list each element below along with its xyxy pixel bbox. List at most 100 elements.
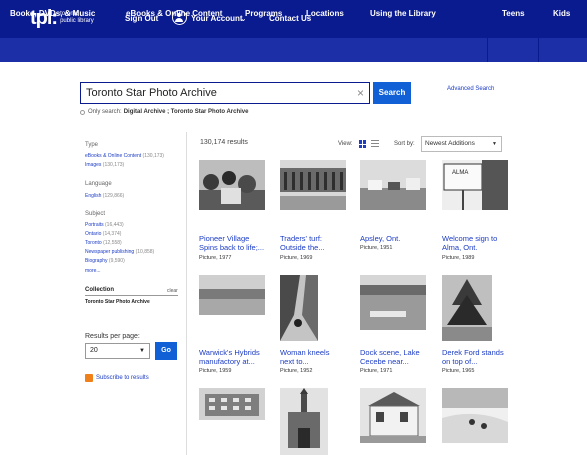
result-thumbnail[interactable] [360,275,426,330]
results-count: 130,174 results [200,139,248,146]
result-thumbnail[interactable] [442,275,492,341]
main-nav [0,38,587,62]
facet-item[interactable]: English (129,866) [85,193,124,199]
collection-value: Toronto Star Photo Archive [85,299,150,305]
facet-item[interactable]: Portraits (16,443) [85,222,124,228]
result-title-link[interactable]: Apsley, Ont. [360,234,436,243]
result-title-link[interactable]: Dock scene, Lake Cecebe near... [360,348,436,366]
facet-heading-collection: Collection [85,287,115,293]
result-thumbnail[interactable] [280,388,328,455]
more-link[interactable]: more... [85,268,101,274]
sort-value: Newest Additions [425,140,475,147]
facet-item[interactable]: Newspaper publishing (10,858) [85,249,154,255]
nav-using-library[interactable]: Using the Library [370,9,436,18]
result-title-line: next to... [280,357,309,366]
result-title-link[interactable]: Pioneer Village Spins back to life;... [199,234,275,252]
result-title-line: Alma, Ont. [442,243,478,252]
result-title-line: Warwick's Hybrids [199,348,260,357]
advanced-search-link[interactable]: Advanced Search [447,86,494,92]
facet-count: (12,558) [103,240,122,246]
facet-label: Ontario [85,231,102,237]
facet-count: (130,173) [102,162,125,168]
facet-label: Portraits [85,222,104,228]
sort-select[interactable]: Newest Additions ▼ [421,136,502,152]
grid-view-icon[interactable] [359,140,367,148]
view-label: View: [338,141,353,147]
result-title-line: Dock scene, Lake [360,348,420,357]
result-title-link[interactable]: Woman kneels next to... [280,348,356,366]
search-input[interactable]: Toronto Star Photo Archive × [80,82,370,104]
facet-count: (16,443) [105,222,124,228]
result-meta: Picture, 1977 [199,255,232,261]
only-search-option[interactable]: Only search: Digital Archive ; Toronto S… [80,109,248,115]
radio-icon[interactable] [80,109,85,115]
facet-heading-type: Type [85,142,99,148]
result-thumbnail[interactable] [199,160,265,210]
search-input-value: Toronto Star Photo Archive [86,87,217,99]
result-title-link[interactable]: Welcome sign to Alma, Ont. [442,234,518,252]
result-title-line: on top of... [442,357,478,366]
result-title-link[interactable]: Warwick's Hybrids manufactory at... [199,348,275,366]
facet-heading-language: Language [85,181,112,187]
collection-clear-link[interactable]: clear [167,288,178,294]
result-thumbnail[interactable] [199,275,265,315]
divider [85,295,178,296]
only-search-value: Digital Archive ; Toronto Star Photo Arc… [123,109,249,115]
nav-programs[interactable]: Programs [245,9,282,18]
facet-item[interactable]: Toronto (12,558) [85,240,122,246]
result-thumbnail[interactable]: ALMA [442,160,508,210]
nav-ebooks-online[interactable]: eBooks & Online Content [126,9,222,18]
results-per-page-label: Results per page: [85,333,140,340]
caret-down-icon: ▼ [139,348,145,354]
nav-books-dvds-music[interactable]: Books, DVDs, & Music [10,9,95,18]
list-view-icon[interactable] [371,140,379,148]
sidebar-divider [186,132,187,455]
go-button[interactable]: Go [155,342,177,360]
facet-label: English [85,193,102,199]
nav-teens[interactable]: Teens [502,9,525,18]
facet-count: (130,173) [142,153,164,159]
result-title-link[interactable]: Traders' turf: Outside the... [280,234,356,252]
result-title-line: Pioneer Village [199,234,250,243]
facet-item[interactable]: eBooks & Online Content (130,173) [85,153,164,159]
result-title-line: Derek Ford stands [442,348,504,357]
facet-count: (14,374) [102,231,122,237]
subscribe-link[interactable]: Subscribe to results [96,375,149,381]
facet-count: (10,858) [135,249,155,255]
facet-item[interactable]: Ontario (14,374) [85,231,121,237]
results-per-page-value: 20 [90,347,98,354]
facet-item[interactable]: Images (130,173) [85,162,124,168]
facet-heading-subject: Subject [85,211,106,217]
nav-locations[interactable]: Locations [306,9,344,18]
result-thumbnail[interactable] [199,388,265,420]
facet-count: (9,590) [108,258,125,264]
result-title-line: Spins back to life;... [199,243,265,252]
search-button[interactable]: Search [373,82,411,104]
facet-count: (129,866) [102,193,125,199]
result-title-line: Welcome sign to [442,234,498,243]
result-title-line: Traders' turf: [280,234,322,243]
result-title-line: Woman kneels [280,348,330,357]
result-title-line: Outside the... [280,243,325,252]
result-thumbnail[interactable] [360,160,426,210]
facet-label: eBooks & Online Content [85,153,142,159]
svg-text:ALMA: ALMA [452,170,468,176]
result-thumbnail[interactable] [442,388,508,443]
result-title-link[interactable]: Derek Ford stands on top of... [442,348,518,366]
result-title-line: manufactory at... [199,357,255,366]
only-search-label: Only search: [88,109,122,115]
caret-down-icon: ▼ [492,141,497,147]
facet-item[interactable]: Biography (9,590) [85,258,125,264]
nav-kids[interactable]: Kids [553,9,570,18]
result-thumbnail[interactable] [360,388,426,443]
facet-label: Toronto [85,240,102,246]
result-title-line: Cecebe near... [360,357,409,366]
result-thumbnail[interactable] [280,275,318,341]
clear-icon[interactable]: × [357,86,364,100]
result-meta: Picture, 1959 [199,368,232,374]
result-meta: Picture, 1965 [442,368,475,374]
result-title-line: Apsley, Ont. [360,234,401,243]
rss-icon[interactable] [85,374,93,382]
result-thumbnail[interactable] [280,160,346,210]
results-per-page-select[interactable]: 20 ▼ [85,343,150,359]
